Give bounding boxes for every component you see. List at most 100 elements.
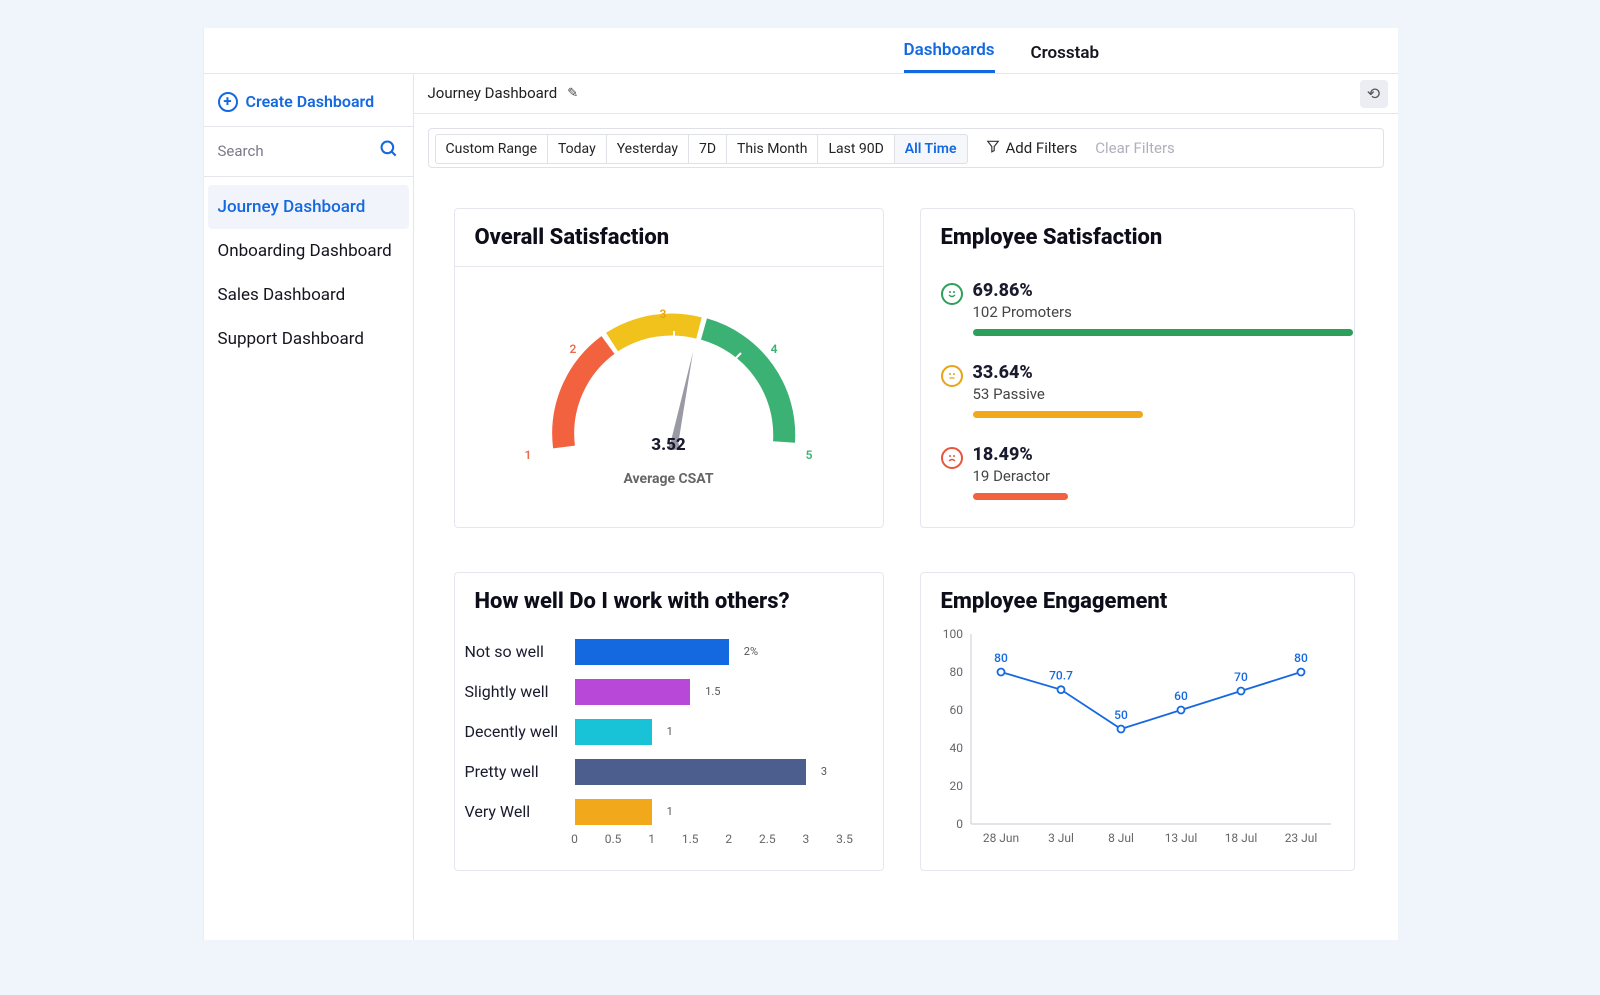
search-placeholder: Search: [218, 142, 264, 160]
title-bar: Journey Dashboard ✎ ⟲: [414, 74, 1398, 114]
hbar-xtick: 1: [648, 832, 655, 846]
svg-text:70: 70: [1234, 670, 1248, 684]
card-title: Employee Engagement: [941, 589, 1334, 614]
satisfaction-pct: 33.64%: [973, 362, 1334, 383]
hbar-xtick: 0: [571, 832, 578, 846]
svg-text:60: 60: [1174, 689, 1188, 703]
hbar-value: 1: [667, 805, 673, 818]
svg-text:0: 0: [956, 817, 963, 831]
gauge-tick-5: 5: [806, 448, 813, 462]
satisfaction-bar: [973, 411, 1143, 418]
hbar-xtick: 0.5: [605, 832, 622, 846]
satisfaction-sub: 53 Passive: [973, 385, 1334, 403]
hbar-bar: [575, 719, 652, 745]
hbar-row: Very Well 1: [465, 792, 863, 832]
tab-crosstab[interactable]: Crosstab: [1031, 43, 1100, 73]
page-title: Journey Dashboard: [428, 84, 558, 102]
svg-text:18 Jul: 18 Jul: [1224, 831, 1257, 845]
svg-text:80: 80: [1294, 651, 1308, 665]
card-title: Employee Satisfaction: [941, 225, 1334, 250]
satisfaction-row-red: 18.49% 19 Deractor: [941, 444, 1334, 500]
top-tabs: Dashboards Crosstab: [204, 28, 1398, 74]
svg-text:50: 50: [1114, 708, 1128, 722]
sidebar-item-sales-dashboard[interactable]: Sales Dashboard: [204, 273, 413, 317]
sidebar-search[interactable]: Search: [204, 127, 413, 177]
hbar-bar: [575, 759, 806, 785]
range-custom-range[interactable]: Custom Range: [435, 134, 549, 164]
clear-filters-button[interactable]: Clear Filters: [1095, 139, 1175, 157]
hbar-bar: [575, 679, 691, 705]
range-this-month[interactable]: This Month: [727, 134, 818, 164]
gauge-tick-1: 1: [525, 448, 532, 462]
satisfaction-row-green: 69.86% 102 Promoters: [941, 280, 1334, 336]
tab-dashboards[interactable]: Dashboards: [904, 40, 995, 73]
hbar-label: Very Well: [465, 802, 565, 821]
add-filters-label: Add Filters: [1006, 139, 1078, 157]
svg-text:100: 100: [942, 627, 962, 641]
search-icon: [379, 139, 399, 164]
face-icon: [941, 283, 963, 305]
satisfaction-sub: 19 Deractor: [973, 467, 1334, 485]
hbar-xtick: 2.5: [759, 832, 776, 846]
hbar-bar: [575, 639, 729, 665]
create-dashboard-label: Create Dashboard: [246, 92, 375, 111]
hbar-xtick: 3: [803, 832, 810, 846]
gauge-value: 3.52: [651, 435, 685, 455]
hbar-label: Decently well: [465, 722, 565, 741]
funnel-icon: [986, 139, 1000, 157]
svg-text:28 Jun: 28 Jun: [982, 831, 1018, 845]
hbar-value: 1.5: [705, 685, 720, 698]
create-dashboard-button[interactable]: + Create Dashboard: [204, 82, 413, 127]
refresh-button[interactable]: ⟲: [1360, 80, 1388, 108]
card-title: How well Do I work with others?: [475, 589, 863, 614]
face-icon: [941, 365, 963, 387]
svg-text:13 Jul: 13 Jul: [1164, 831, 1197, 845]
range-7d[interactable]: 7D: [689, 134, 727, 164]
hbar-xtick: 2: [725, 832, 732, 846]
plus-circle-icon: +: [218, 92, 238, 112]
face-icon: [941, 447, 963, 469]
sidebar: + Create Dashboard Search Journey Dashbo…: [204, 74, 414, 940]
hbar-label: Not so well: [465, 642, 565, 661]
add-filters-button[interactable]: Add Filters: [986, 139, 1078, 157]
sidebar-item-journey-dashboard[interactable]: Journey Dashboard: [208, 185, 409, 229]
satisfaction-bar: [973, 329, 1353, 336]
hbar-label: Slightly well: [465, 682, 565, 701]
svg-text:70.7: 70.7: [1049, 668, 1073, 682]
dashboard-list: Journey DashboardOnboarding DashboardSal…: [204, 177, 413, 361]
svg-text:40: 40: [949, 741, 963, 755]
satisfaction-row-orange: 33.64% 53 Passive: [941, 362, 1334, 418]
range-yesterday[interactable]: Yesterday: [607, 134, 689, 164]
range-last-90d[interactable]: Last 90D: [818, 134, 894, 164]
range-all-time[interactable]: All Time: [895, 134, 968, 164]
svg-text:80: 80: [994, 651, 1008, 665]
hbar-xtick: 3.5: [836, 832, 853, 846]
svg-text:60: 60: [949, 703, 963, 717]
card-work-with-others: How well Do I work with others? Not so w…: [454, 572, 884, 871]
svg-text:23 Jul: 23 Jul: [1284, 831, 1317, 845]
range-today[interactable]: Today: [548, 134, 607, 164]
card-overall-satisfaction: Overall Satisfaction: [454, 208, 884, 528]
gauge-tick-3: 3: [660, 307, 667, 321]
svg-text:20: 20: [949, 779, 963, 793]
hbar-row: Decently well 1: [465, 712, 863, 752]
card-title: Overall Satisfaction: [475, 225, 863, 250]
satisfaction-pct: 69.86%: [973, 280, 1353, 301]
line-chart: 0204060801008028 Jun70.73 Jul508 Jul6013…: [926, 624, 1346, 854]
hbar-value: 2%: [744, 645, 758, 658]
svg-text:80: 80: [949, 665, 963, 679]
sidebar-item-support-dashboard[interactable]: Support Dashboard: [204, 317, 413, 361]
satisfaction-pct: 18.49%: [973, 444, 1334, 465]
hbar-row: Slightly well 1.5: [465, 672, 863, 712]
hbar-label: Pretty well: [465, 762, 565, 781]
card-employee-satisfaction: Employee Satisfaction 69.86% 102 Promote…: [920, 208, 1355, 528]
hbar-xtick: 1.5: [682, 832, 699, 846]
edit-title-icon[interactable]: ✎: [567, 86, 578, 101]
hbar-row: Not so well 2%: [465, 632, 863, 672]
hbar-value: 1: [667, 725, 673, 738]
main-area: Journey Dashboard ✎ ⟲ Custom RangeTodayY…: [414, 74, 1398, 940]
card-employee-engagement: Employee Engagement 0 20 40 60 80 100 80 28 Jun…: [920, 572, 1355, 871]
svg-text:8 Jul: 8 Jul: [1108, 831, 1134, 845]
sidebar-item-onboarding-dashboard[interactable]: Onboarding Dashboard: [204, 229, 413, 273]
hbar-bar: [575, 799, 652, 825]
